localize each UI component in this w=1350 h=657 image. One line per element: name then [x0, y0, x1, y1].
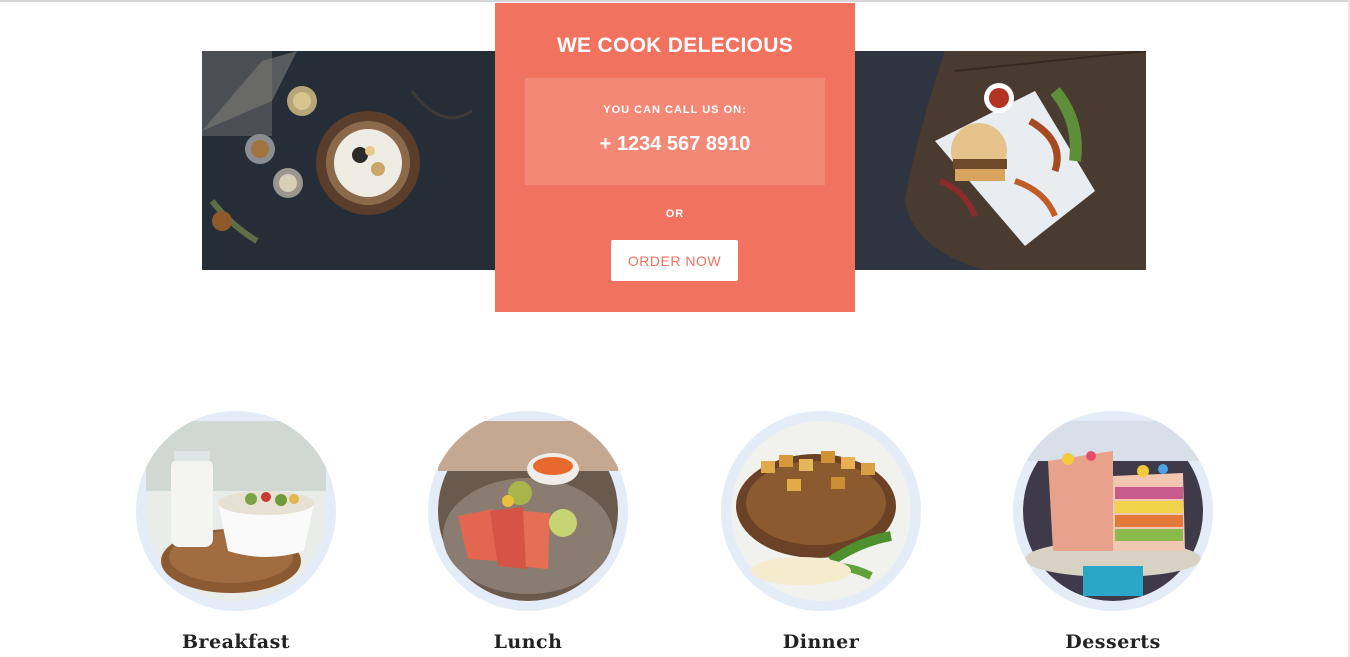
- phone-number[interactable]: + 1234 567 8910: [525, 133, 825, 156]
- dinner-steak-photo[interactable]: [721, 411, 921, 611]
- or-separator: OR: [665, 208, 685, 220]
- order-promo-card: WE COOK DELECIOUS YOU CAN CALL US ON: + …: [495, 3, 855, 312]
- hero-photo-right: [855, 51, 1146, 270]
- category-label: Breakfast: [181, 631, 291, 653]
- call-us-box: YOU CAN CALL US ON: + 1234 567 8910: [525, 78, 825, 185]
- dessert-cake-photo[interactable]: [1013, 411, 1213, 611]
- category-dinner[interactable]: Dinner: [721, 411, 921, 657]
- category-label: Desserts: [1065, 631, 1161, 653]
- call-us-label: YOU CAN CALL US ON:: [603, 104, 747, 116]
- promo-title: WE COOK DELECIOUS: [556, 34, 794, 57]
- breakfast-bowl-photo[interactable]: [136, 411, 336, 611]
- category-label: Dinner: [782, 631, 860, 653]
- order-now-button[interactable]: ORDER NOW: [611, 240, 738, 281]
- category-desserts[interactable]: Desserts: [1013, 411, 1213, 657]
- category-label: Lunch: [493, 631, 563, 653]
- hero-photo-left: [202, 51, 495, 270]
- category-lunch[interactable]: Lunch: [428, 411, 628, 657]
- category-breakfast[interactable]: Breakfast: [136, 411, 336, 657]
- top-divider: [0, 0, 1350, 2]
- lunch-plate-photo[interactable]: [428, 411, 628, 611]
